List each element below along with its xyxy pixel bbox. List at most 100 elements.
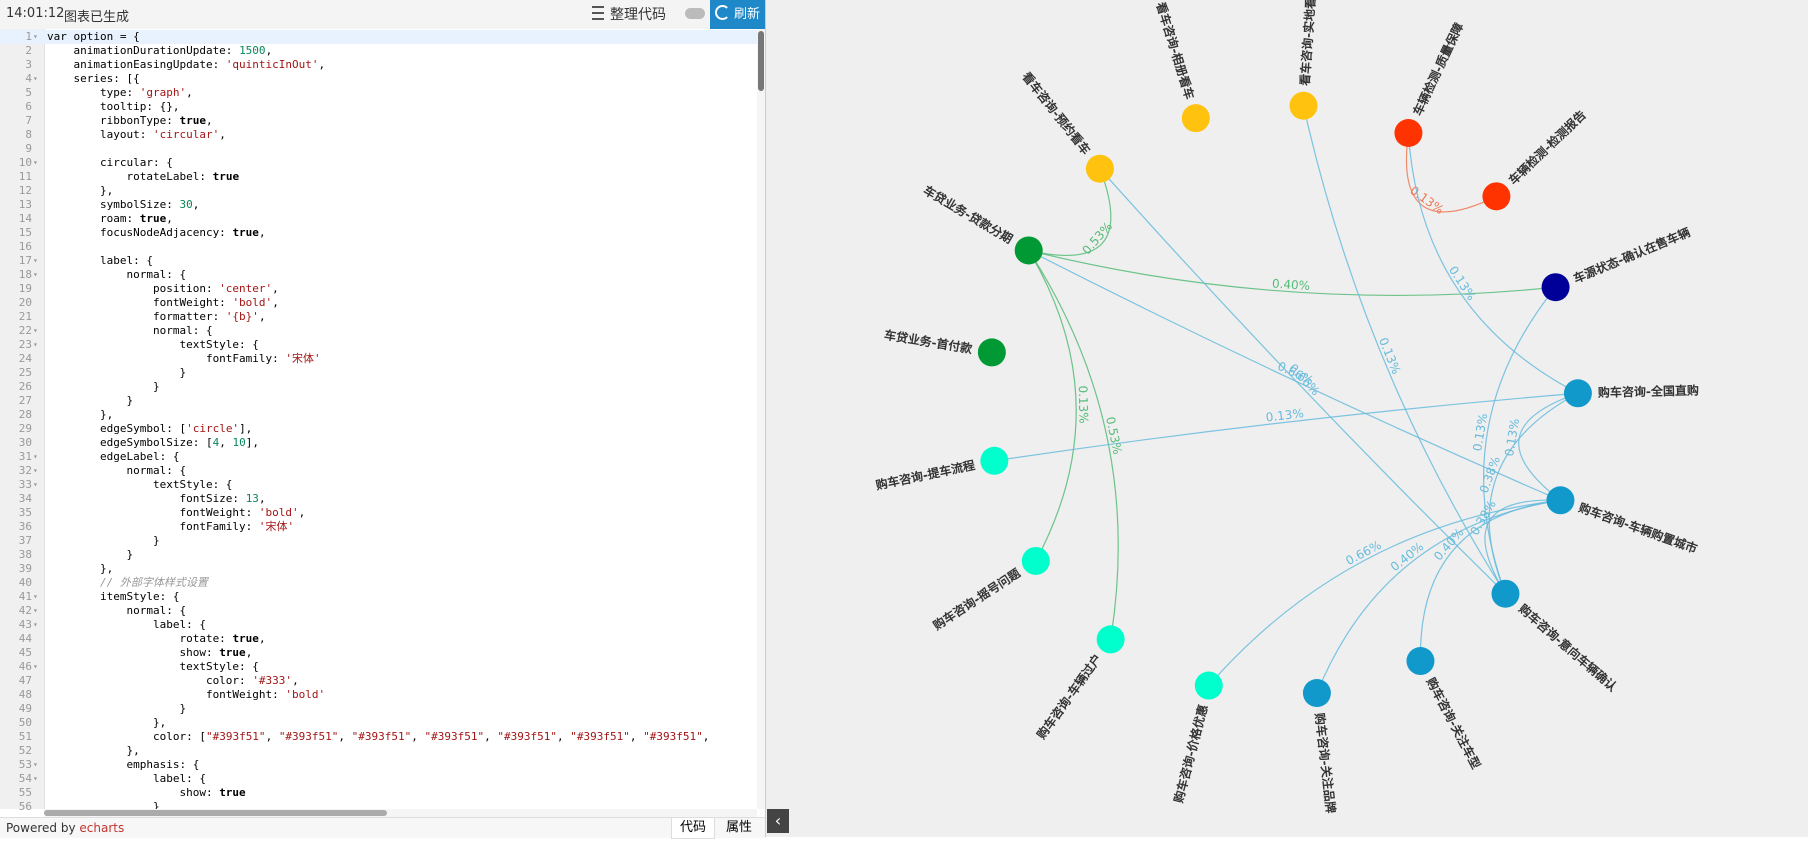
echarts-link[interactable]: echarts (79, 821, 124, 835)
code-line[interactable]: 52 }, (0, 744, 765, 758)
code-line[interactable]: 12 }, (0, 184, 765, 198)
code-line[interactable]: 30 edgeSymbolSize: [4, 10], (0, 436, 765, 450)
graph-node[interactable] (1194, 671, 1223, 700)
code-line[interactable]: 44 rotate: true, (0, 632, 765, 646)
graph-node[interactable] (1181, 104, 1210, 133)
code-line[interactable]: 8 layout: 'circular', (0, 128, 765, 142)
graph-node[interactable] (1085, 154, 1114, 183)
fold-arrow-icon[interactable]: ▾ (33, 324, 38, 338)
fold-arrow-icon[interactable]: ▾ (33, 450, 38, 464)
collapse-panel-button[interactable]: ‹ (767, 809, 789, 833)
code-line[interactable]: 45 show: true, (0, 646, 765, 660)
graph-edge[interactable] (1316, 499, 1561, 694)
code-line[interactable]: 34 fontSize: 13, (0, 492, 765, 506)
code-line[interactable]: 26 } (0, 380, 765, 394)
code-line[interactable]: 24 fontFamily: '宋体' (0, 352, 765, 366)
graph-node[interactable] (1394, 118, 1423, 147)
code-line[interactable]: 41 ▾ itemStyle: { (0, 590, 765, 604)
graph-node[interactable] (977, 338, 1006, 367)
fold-arrow-icon[interactable]: ▾ (33, 72, 38, 86)
tab-properties[interactable]: 属性 (716, 818, 762, 838)
fold-arrow-icon[interactable]: ▾ (33, 464, 38, 478)
graph-node[interactable] (1406, 647, 1435, 676)
code-line[interactable]: 3 animationEasingUpdate: 'quinticInOut', (0, 58, 765, 72)
code-line[interactable]: 23 ▾ textStyle: { (0, 338, 765, 352)
code-line[interactable]: 21 formatter: '{b}', (0, 310, 765, 324)
graph-node[interactable] (1491, 579, 1520, 608)
graph-node[interactable] (1096, 625, 1125, 654)
code-line[interactable]: 5 type: 'graph', (0, 86, 765, 100)
code-line[interactable]: 33 ▾ textStyle: { (0, 478, 765, 492)
fold-arrow-icon[interactable]: ▾ (33, 618, 38, 632)
fold-arrow-icon[interactable]: ▾ (33, 478, 38, 492)
code-line[interactable]: 17 ▾ label: { (0, 254, 765, 268)
graph-node[interactable] (1563, 379, 1592, 408)
code-line[interactable]: 36 fontFamily: '宋体' (0, 520, 765, 534)
scrollbar-thumb[interactable] (44, 810, 387, 816)
code-line[interactable]: 47 color: '#333', (0, 674, 765, 688)
code-line[interactable]: 16 (0, 240, 765, 254)
graph-edge[interactable] (1518, 392, 1579, 501)
code-line[interactable]: 38 } (0, 548, 765, 562)
horizontal-scrollbar[interactable] (44, 809, 757, 817)
tab-code[interactable]: 代码 (671, 818, 715, 839)
code-line[interactable]: 32 ▾ normal: { (0, 464, 765, 478)
code-line[interactable]: 53 ▾ emphasis: { (0, 758, 765, 772)
code-line[interactable]: 51 color: ["#393f51", "#393f51", "#393f5… (0, 730, 765, 744)
code-line[interactable]: 20 fontWeight: 'bold', (0, 296, 765, 310)
code-line[interactable]: 43 ▾ label: { (0, 618, 765, 632)
graph-node[interactable] (1541, 273, 1570, 302)
code-line[interactable]: 7 ribbonType: true, (0, 114, 765, 128)
code-editor[interactable]: 1 ▾ var option = {2 animationDurationUpdat… (0, 29, 765, 813)
code-line[interactable]: 37 } (0, 534, 765, 548)
code-line[interactable]: 42 ▾ normal: { (0, 604, 765, 618)
code-line[interactable]: 9 (0, 142, 765, 156)
code-line[interactable]: 11 rotateLabel: true (0, 170, 765, 184)
graph-node[interactable] (1289, 91, 1318, 120)
graph-node[interactable] (1546, 486, 1575, 515)
fold-arrow-icon[interactable]: ▾ (33, 30, 38, 44)
fold-arrow-icon[interactable]: ▾ (33, 268, 38, 282)
fold-arrow-icon[interactable]: ▾ (33, 604, 38, 618)
code-line[interactable]: 49 } (0, 702, 765, 716)
graph-node[interactable] (1482, 182, 1511, 211)
vertical-scrollbar[interactable] (757, 29, 765, 809)
code-line[interactable]: 1 ▾ var option = { (0, 30, 765, 44)
graph-node[interactable] (980, 446, 1009, 475)
graph-node[interactable] (1302, 679, 1331, 708)
code-line[interactable]: 48 fontWeight: 'bold' (0, 688, 765, 702)
code-line[interactable]: 39 }, (0, 562, 765, 576)
code-line[interactable]: 31 ▾ edgeLabel: { (0, 450, 765, 464)
scrollbar-thumb[interactable] (758, 31, 764, 91)
code-line[interactable]: 19 position: 'center', (0, 282, 765, 296)
code-line[interactable]: 2 animationDurationUpdate: 1500, (0, 44, 765, 58)
graph-node[interactable] (1014, 236, 1043, 265)
code-line[interactable]: 28 }, (0, 408, 765, 422)
graph-node[interactable] (1021, 546, 1050, 575)
code-line[interactable]: 50 }, (0, 716, 765, 730)
code-line[interactable]: 10 ▾ circular: { (0, 156, 765, 170)
fold-arrow-icon[interactable]: ▾ (33, 254, 38, 268)
fold-arrow-icon[interactable]: ▾ (33, 758, 38, 772)
graph-edge[interactable] (1407, 132, 1579, 394)
code-line[interactable]: 22 ▾ normal: { (0, 324, 765, 338)
code-line[interactable]: 4 ▾ series: [{ (0, 72, 765, 86)
chart-panel[interactable]: 0.13% 0.53% 0.40% 0.13% 0.53% 0.66% 0.66% 0.13%… (766, 0, 1808, 837)
format-code-button[interactable]: 整理代码 (592, 4, 666, 24)
graph-edge[interactable] (1028, 250, 1077, 562)
graph-edge[interactable] (1419, 499, 1561, 662)
fold-arrow-icon[interactable]: ▾ (33, 660, 38, 674)
code-line[interactable]: 29 edgeSymbol: ['circle'], (0, 422, 765, 436)
code-line[interactable]: 35 fontWeight: 'bold', (0, 506, 765, 520)
code-line[interactable]: 6 tooltip: {}, (0, 100, 765, 114)
fold-arrow-icon[interactable]: ▾ (33, 772, 38, 786)
code-line[interactable]: 25 } (0, 366, 765, 380)
graph-chart[interactable]: 0.13%0.53%0.40%0.13%0.53%0.66%0.66%0.13%… (766, 0, 1808, 837)
code-line[interactable]: 15 focusNodeAdjacency: true, (0, 226, 765, 240)
code-line[interactable]: 40 // 外部字体样式设置 (0, 576, 765, 590)
code-line[interactable]: 54 ▾ label: { (0, 772, 765, 786)
fold-arrow-icon[interactable]: ▾ (33, 590, 38, 604)
code-line[interactable]: 55 show: true (0, 786, 765, 800)
code-line[interactable]: 18 ▾ normal: { (0, 268, 765, 282)
fold-arrow-icon[interactable]: ▾ (33, 338, 38, 352)
